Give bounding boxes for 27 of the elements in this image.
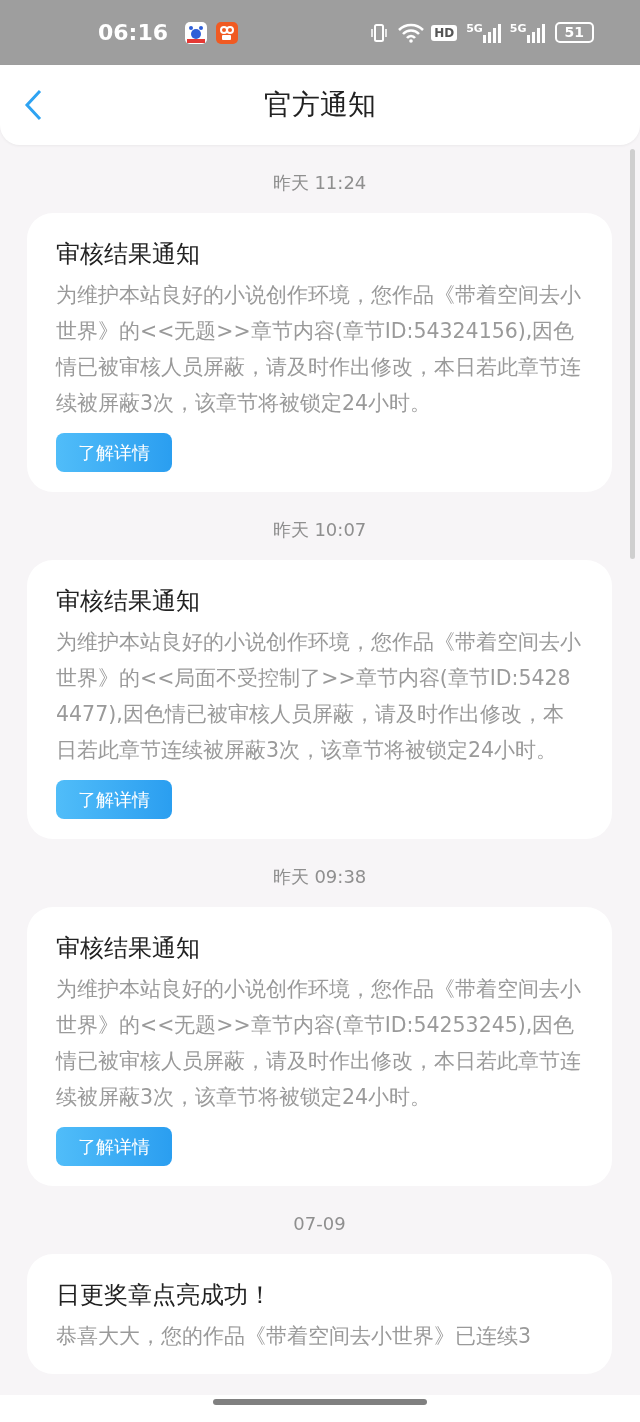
hd-badge: HD — [431, 24, 458, 41]
network-label: 5G — [509, 22, 527, 34]
page-title: 官方通知 — [264, 87, 376, 123]
back-icon — [24, 89, 42, 121]
camera-app-icon — [216, 21, 239, 44]
network-label: 5G — [466, 22, 483, 34]
signal-icon — [482, 22, 501, 43]
signal-icon — [526, 22, 545, 43]
details-button[interactable]: 了解详情 — [56, 433, 172, 472]
notification-title: 审核结果通知 — [56, 586, 201, 616]
vibrate-icon — [369, 22, 390, 43]
details-button[interactable]: 了解详情 — [56, 1127, 172, 1166]
details-button[interactable]: 了解详情 — [56, 780, 172, 819]
notification-body: 为维护本站良好的小说创作环境，您作品《带着空间去小世界》的<<无题>>章节内容(章节ID:54324156),因色情已被审核人员屏蔽，请及时作出修改，本日若此章节连续被屏蔽3次，该章节将被锁定24小时。 — [56, 282, 582, 417]
notification-body: 为维护本站良好的小说创作环境，您作品《带着空间去小世界》的<<无题>>章节内容(章节ID:54253245),因色情已被审核人员屏蔽，请及时作出修改，本日若此章节连续被屏蔽3次，该章节将被锁定24小时。 — [56, 976, 582, 1111]
timestamp: 07-09 — [293, 1213, 346, 1235]
notification-body: 为维护本站良好的小说创作环境，您作品《带着空间去小世界》的<<局面不受控制了>>章节内容(章节ID:54284477),因色情已被审核人员屏蔽，请及时作出修改，本日若此章节连续被屏蔽3次，该章节将被锁定24小时。 — [56, 629, 582, 764]
timestamp: 昨天 11:24 — [272, 172, 367, 194]
timestamp: 昨天 09:38 — [272, 866, 367, 888]
clock: 06:16 — [98, 19, 169, 47]
battery-indicator: 51 — [554, 22, 594, 43]
timestamp: 昨天 10:07 — [272, 519, 367, 541]
wifi-icon — [398, 22, 425, 43]
notification-body: 恭喜大大，您的作品《带着空间去小世界》已连续3 — [56, 1323, 533, 1350]
notification-title: 审核结果通知 — [56, 239, 201, 269]
notification-title: 审核结果通知 — [56, 933, 201, 963]
notification-title: 日更奖章点亮成功！ — [56, 1280, 273, 1310]
